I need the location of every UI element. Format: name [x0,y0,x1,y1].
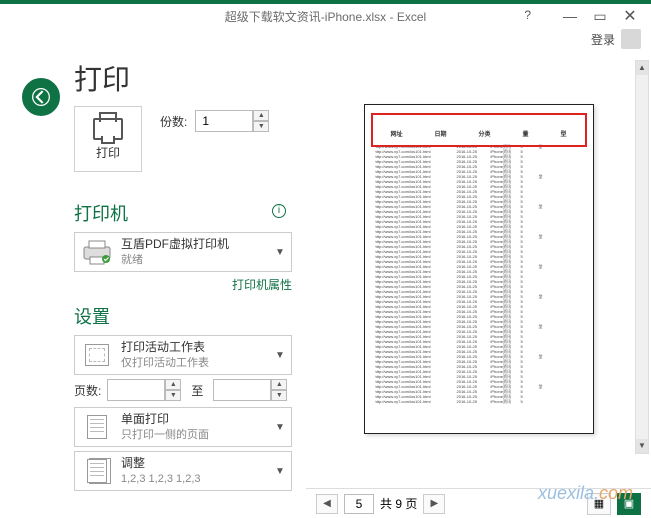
printer-device-icon [81,238,113,266]
chevron-down-icon: ▼ [275,466,285,477]
next-page-button[interactable]: ▶ [423,494,445,514]
preview-pane: ▲ ▼ 网址日期分类量型 http://www.xy7.com/ios101.h… [306,50,651,518]
printer-icon [93,118,123,140]
worksheet-icon [85,344,109,366]
collate-icon [87,459,107,483]
preview-scrollbar[interactable]: ▲ ▼ [635,60,649,454]
scroll-up-icon[interactable]: ▲ [636,61,648,75]
login-link[interactable]: 登录 [591,31,615,48]
printer-properties-link[interactable]: 打印机属性 [232,278,292,292]
prev-page-button[interactable]: ◀ [316,494,338,514]
restore-button[interactable]: ▭ [587,6,613,26]
print-panel: 打印 打印 份数: ▲ ▼ 打印机 i [26,50,306,518]
single-page-icon [87,415,107,439]
section-printer: 打印机 i [74,200,292,226]
help-icon[interactable]: ? [524,8,531,22]
print-what-dropdown[interactable]: 打印活动工作表 仅打印活动工作表 ▼ [74,335,292,375]
to-label: 至 [187,382,207,399]
chevron-down-icon: ▼ [275,350,285,361]
page-to-down[interactable]: ▼ [271,390,287,401]
page-title: 打印 [74,58,292,98]
title-bar: 超级下载软文资讯-iPhone.xlsx - Excel ? — ▭ ✕ [0,0,651,28]
page-total: 共 9 页 [380,495,417,512]
page-preview: 网址日期分类量型 http://www.xy7.com/ios101.html2… [364,104,594,434]
chevron-down-icon: ▼ [275,247,285,258]
preview-navbar: ◀ 共 9 页 ▶ ▦ ▣ [306,488,651,518]
sides-dropdown[interactable]: 单面打印 只打印一侧的页面 ▼ [74,407,292,447]
avatar[interactable] [621,29,641,49]
copies-input[interactable] [195,110,253,132]
scroll-down-icon[interactable]: ▼ [636,439,648,453]
page-number-input[interactable] [344,494,374,514]
page-to-input[interactable] [213,379,271,401]
section-settings: 设置 [74,303,292,329]
page-from-down[interactable]: ▼ [165,390,181,401]
page-to-up[interactable]: ▲ [271,379,287,390]
chevron-down-icon: ▼ [275,422,285,433]
minimize-button[interactable]: — [557,6,583,26]
close-button[interactable]: ✕ [617,6,643,26]
copies-label: 份数: [160,113,187,130]
copies-down[interactable]: ▼ [253,121,269,132]
printer-name: 互盾PDF虚拟打印机 [121,237,267,253]
collate-dropdown[interactable]: 调整 1,2,3 1,2,3 1,2,3 ▼ [74,451,292,491]
copies-up[interactable]: ▲ [253,110,269,121]
pages-label: 页数: [74,382,101,399]
printer-dropdown[interactable]: 互盾PDF虚拟打印机 就绪 ▼ [74,232,292,272]
page-from-input[interactable] [107,379,165,401]
print-button-label: 打印 [96,144,120,161]
show-margins-button[interactable]: ▦ [587,493,611,515]
page-from-up[interactable]: ▲ [165,379,181,390]
zoom-to-page-button[interactable]: ▣ [617,493,641,515]
highlight-box [371,113,587,147]
printer-status: 就绪 [121,253,267,267]
info-icon[interactable]: i [272,204,286,218]
file-title: 超级下载软文资讯-iPhone.xlsx - Excel [225,8,426,25]
print-button[interactable]: 打印 [74,106,142,172]
